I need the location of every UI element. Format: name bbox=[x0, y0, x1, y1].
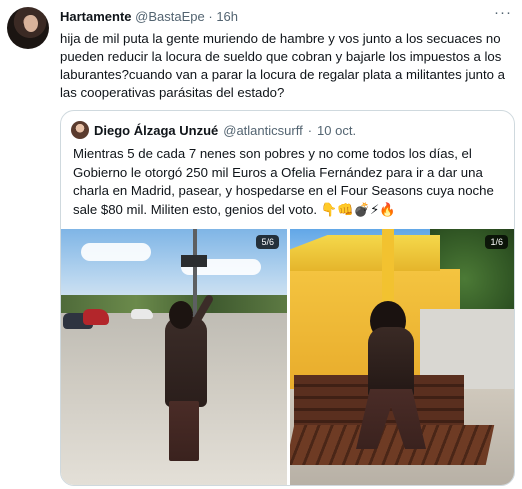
author-avatar[interactable] bbox=[7, 7, 49, 49]
quoted-tweet[interactable]: Diego Álzaga Unzué @atlanticsurff · 10 o… bbox=[60, 110, 515, 486]
photo-2[interactable]: 1/6 bbox=[290, 229, 514, 485]
author-handle[interactable]: @BastaEpe bbox=[135, 9, 205, 24]
tweet-time[interactable]: 16h bbox=[216, 9, 238, 24]
photo-counter-badge: 5/6 bbox=[256, 235, 279, 249]
photo-counter-badge: 1/6 bbox=[485, 235, 508, 249]
tweet-text: hija de mil puta la gente muriendo de ha… bbox=[60, 31, 505, 100]
quoted-separator-dot: · bbox=[307, 122, 313, 138]
quoted-avatar bbox=[71, 121, 89, 139]
quoted-author-name: Diego Álzaga Unzué bbox=[94, 122, 219, 138]
more-dots-icon[interactable]: ··· bbox=[494, 4, 512, 21]
quoted-text: Mientras 5 de cada 7 nenes son pobres y … bbox=[73, 146, 494, 217]
quoted-header: Diego Álzaga Unzué @atlanticsurff · 10 o… bbox=[71, 121, 356, 139]
photo-1[interactable]: 5/6 bbox=[61, 229, 287, 485]
tweet[interactable]: Hartamente @BastaEpe · 16h ··· hija de m… bbox=[0, 0, 522, 489]
tweet-header: Hartamente @BastaEpe · 16h bbox=[60, 9, 238, 24]
quoted-author-handle: @atlanticsurff bbox=[223, 122, 303, 138]
quoted-media: 5/6 1/6 bbox=[61, 229, 514, 485]
quoted-date: 10 oct. bbox=[317, 122, 357, 138]
author-name[interactable]: Hartamente bbox=[60, 9, 132, 24]
separator-dot: · bbox=[208, 9, 213, 24]
